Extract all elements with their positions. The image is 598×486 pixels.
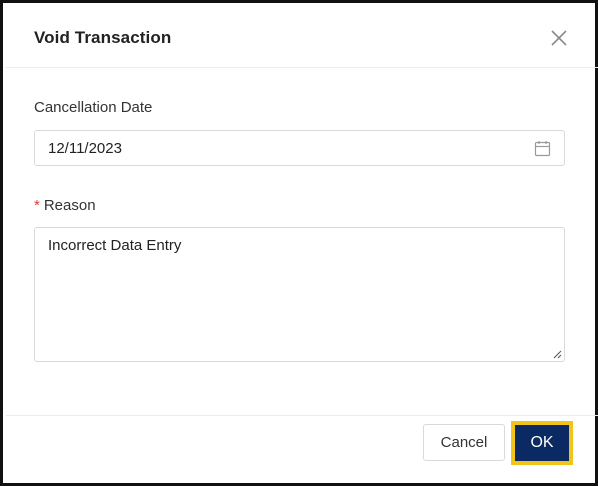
ok-button[interactable]: OK: [515, 425, 569, 461]
void-transaction-dialog: Void Transaction Cancellation Date 12/11…: [6, 6, 598, 486]
dialog-header: Void Transaction: [6, 6, 598, 68]
dialog-footer: [6, 415, 598, 486]
dialog-title: Void Transaction: [34, 28, 172, 47]
reason-textarea[interactable]: Incorrect Data Entry: [34, 227, 565, 362]
reason-label: * Reason: [34, 197, 96, 214]
cancellation-date-label: Cancellation Date: [34, 99, 153, 116]
calendar-icon[interactable]: [534, 140, 551, 157]
required-marker: *: [34, 197, 40, 214]
close-button[interactable]: [547, 26, 571, 50]
reason-value: Incorrect Data Entry: [48, 237, 182, 254]
cancellation-date-value: 12/11/2023: [48, 140, 122, 157]
close-icon: [551, 30, 567, 46]
resize-handle-icon[interactable]: [552, 349, 562, 359]
screenshot-frame: Void Transaction Cancellation Date 12/11…: [0, 0, 598, 486]
cancellation-date-input[interactable]: 12/11/2023: [34, 130, 565, 166]
reason-label-text: Reason: [43, 197, 96, 214]
cancel-button[interactable]: Cancel: [423, 424, 505, 461]
